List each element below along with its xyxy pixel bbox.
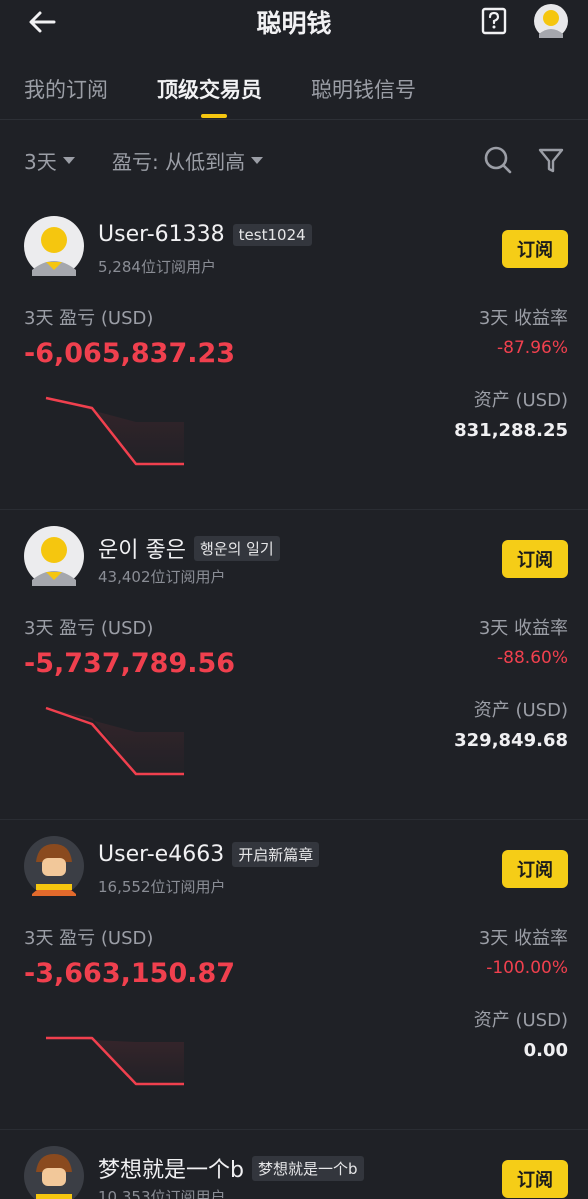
period-dropdown[interactable]: 3天 xyxy=(24,146,75,175)
roi-label: 3天 收益率 xyxy=(478,308,568,329)
trader-name-row: 梦想就是一个b 梦想就是一个b xyxy=(98,1152,364,1184)
subscriber-count: 16,552位订阅用户 xyxy=(98,878,226,896)
trader-name-row: 운이 좋은 행운의 일기 xyxy=(98,532,280,564)
top-bar: 聪明钱 xyxy=(0,0,588,50)
sort-label: 盈亏: 从低到高 xyxy=(112,150,246,174)
trader-tag: test1024 xyxy=(232,223,312,246)
search-button[interactable] xyxy=(482,144,514,176)
pnl-sparkline xyxy=(45,396,184,466)
roi-value: -88.60% xyxy=(497,648,568,668)
help-button[interactable] xyxy=(480,7,508,35)
filter-bar: 3天 盈亏: 从低到高 xyxy=(0,130,588,188)
pnl-label: 3天 盈亏 (USD) xyxy=(24,928,154,949)
trader-tag: 행운의 일기 xyxy=(193,535,280,561)
trader-tag: 开启新篇章 xyxy=(232,842,320,867)
roi-value: -87.96% xyxy=(497,338,568,358)
subscriber-count: 10,353位订阅用户 xyxy=(98,1188,226,1199)
subscribe-button[interactable]: 订阅 xyxy=(502,540,568,578)
tab-top-traders[interactable]: 顶级交易员 xyxy=(157,74,262,104)
pnl-label: 3天 盈亏 (USD) xyxy=(24,618,154,639)
chevron-down-icon xyxy=(62,157,75,164)
trader-card[interactable]: 梦想就是一个b 梦想就是一个b 10,353位订阅用户 订阅 xyxy=(0,1130,588,1199)
avatar-icon xyxy=(534,4,568,38)
roi-label: 3天 收益率 xyxy=(478,618,568,639)
tab-smart-money-signals[interactable]: 聪明钱信号 xyxy=(311,74,416,104)
help-book-icon xyxy=(481,7,507,35)
pnl-value: -3,663,150.87 xyxy=(24,958,236,989)
subscriber-count: 43,402位订阅用户 xyxy=(98,568,226,586)
trader-name: 운이 좋은 xyxy=(98,538,186,563)
pnl-label: 3天 盈亏 (USD) xyxy=(24,308,154,329)
asset-label: 资产 (USD) xyxy=(473,1010,568,1031)
filter-button[interactable] xyxy=(536,144,568,176)
period-label: 3天 xyxy=(24,150,57,174)
tab-my-subscriptions[interactable]: 我的订阅 xyxy=(24,74,108,104)
trader-tag: 梦想就是一个b xyxy=(251,1155,364,1181)
trader-card[interactable]: 운이 좋은 행운의 일기 43,402位订阅用户 订阅 3天 盈亏 (USD) … xyxy=(0,510,588,820)
roi-label: 3天 收益率 xyxy=(478,928,568,949)
subscribe-button[interactable]: 订阅 xyxy=(502,1160,568,1198)
roi-value: -100.00% xyxy=(486,958,568,978)
asset-value: 831,288.25 xyxy=(454,420,568,441)
active-tab-indicator xyxy=(201,114,227,118)
filter-funnel-icon xyxy=(538,148,564,173)
asset-label: 资产 (USD) xyxy=(473,700,568,721)
tab-bar: 我的订阅 顶级交易员 聪明钱信号 xyxy=(0,62,588,120)
trader-name: User-61338 xyxy=(98,222,225,247)
trader-name: 梦想就是一个b xyxy=(98,1158,244,1183)
search-icon xyxy=(484,146,512,174)
trader-name-row: User-e4663 开启新篇章 xyxy=(98,842,320,867)
pnl-sparkline xyxy=(45,706,184,776)
sort-dropdown[interactable]: 盈亏: 从低到高 xyxy=(112,146,264,175)
trader-name: User-e4663 xyxy=(98,842,225,867)
trader-avatar xyxy=(24,526,84,586)
chevron-down-icon xyxy=(251,157,264,164)
pnl-value: -6,065,837.23 xyxy=(24,338,236,369)
asset-value: 329,849.68 xyxy=(454,730,568,751)
user-avatar-button[interactable] xyxy=(534,4,568,38)
asset-value: 0.00 xyxy=(523,1040,568,1061)
trader-avatar xyxy=(24,216,84,276)
subscriber-count: 5,284位订阅用户 xyxy=(98,258,216,276)
pnl-value: -5,737,789.56 xyxy=(24,648,236,679)
trader-avatar xyxy=(24,1146,84,1199)
subscribe-button[interactable]: 订阅 xyxy=(502,850,568,888)
trader-avatar xyxy=(24,836,84,896)
trader-card[interactable]: User-61338 test1024 5,284位订阅用户 订阅 3天 盈亏 … xyxy=(0,200,588,510)
trader-card[interactable]: User-e4663 开启新篇章 16,552位订阅用户 订阅 3天 盈亏 (U… xyxy=(0,820,588,1130)
asset-label: 资产 (USD) xyxy=(473,390,568,411)
pnl-sparkline xyxy=(46,1036,184,1086)
trader-name-row: User-61338 test1024 xyxy=(98,222,312,247)
subscribe-button[interactable]: 订阅 xyxy=(502,230,568,268)
